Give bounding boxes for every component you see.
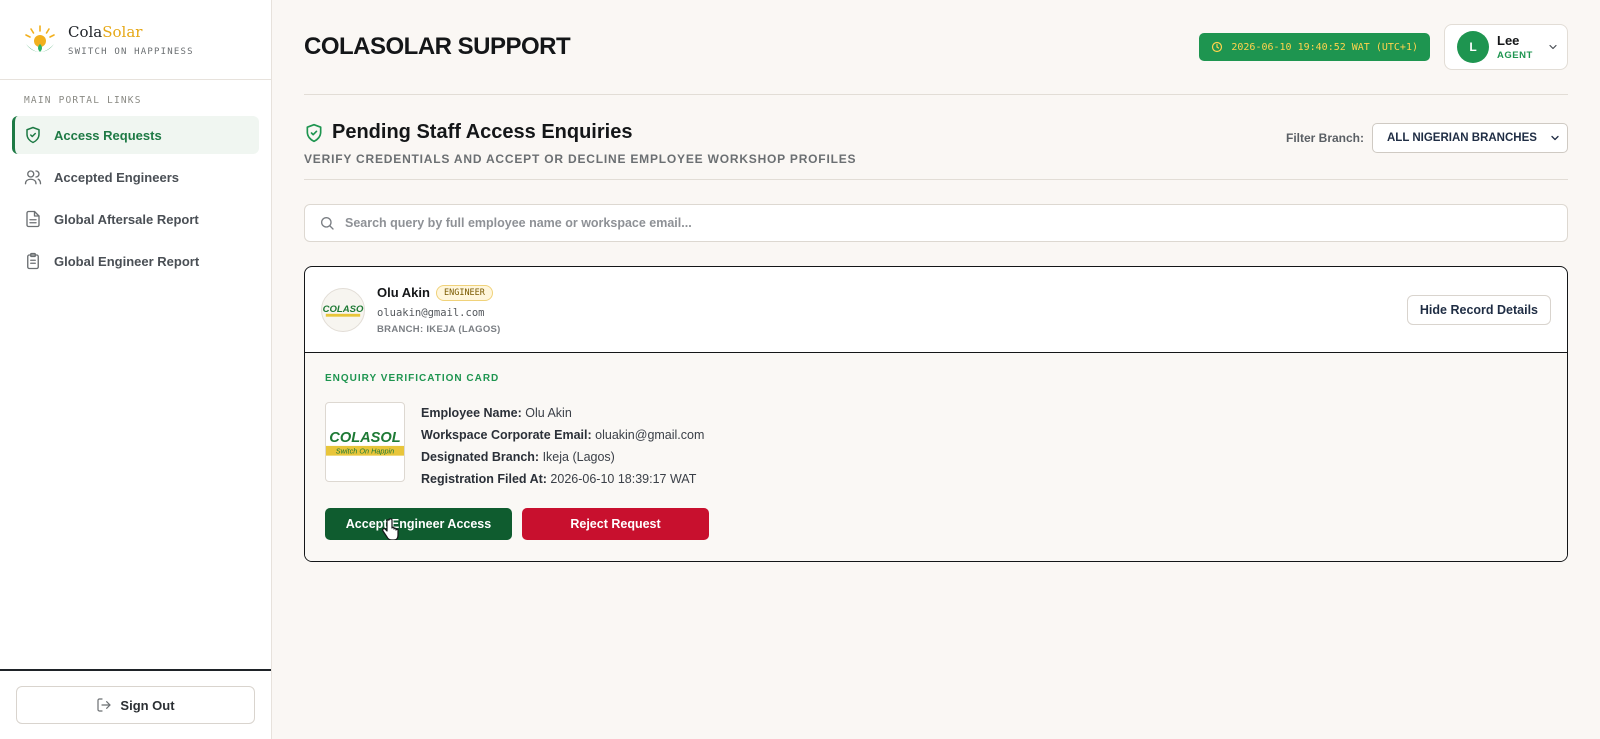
user-menu[interactable]: L Lee AGENT xyxy=(1444,24,1568,70)
verification-card: ENQUIRY VERIFICATION CARD COLASOL Switch… xyxy=(305,353,1567,561)
card-title: ENQUIRY VERIFICATION CARD xyxy=(325,373,500,384)
user-role: AGENT xyxy=(1497,50,1533,61)
employee-email: oluakin@gmail.com xyxy=(377,306,485,319)
verification-fields: Employee Name: Olu Akin Workspace Corpor… xyxy=(421,402,704,490)
avatar: L xyxy=(1457,31,1489,63)
page-title: COLASOLAR SUPPORT xyxy=(304,33,571,60)
clock-icon xyxy=(1212,41,1223,53)
filter-selected-value: ALL NIGERIAN BRANCHES xyxy=(1387,132,1537,144)
sign-out-button[interactable]: Sign Out xyxy=(16,686,255,724)
employee-photo: COLASOL Switch On Happin xyxy=(325,402,405,482)
sidebar-item-accepted-engineers[interactable]: Accepted Engineers xyxy=(12,158,259,196)
sidebar-nav: Access Requests Accepted Engineers Globa… xyxy=(0,116,271,280)
brand-name: ColaSolar xyxy=(68,22,143,41)
top-bar: COLASOLAR SUPPORT 2026-06-10 19:40:52 WA… xyxy=(304,0,1568,95)
shield-check-icon xyxy=(306,123,322,142)
field-designated-branch: Designated Branch: Ikeja (Lagos) xyxy=(421,450,615,464)
accept-engineer-access-button[interactable]: Accept Engineer Access xyxy=(325,508,512,540)
search-bar xyxy=(304,204,1568,242)
clock-badge: 2026-06-10 19:40:52 WAT (UTC+1) xyxy=(1199,33,1430,61)
svg-text:COLASO: COLASO xyxy=(323,303,364,314)
sign-out-label: Sign Out xyxy=(120,697,175,713)
colasolar-logo-icon xyxy=(25,24,55,52)
sidebar-item-label: Accepted Engineers xyxy=(54,169,179,185)
svg-text:Switch On Happin: Switch On Happin xyxy=(336,447,394,456)
employee-avatar: COLASO xyxy=(321,287,365,332)
reject-request-button[interactable]: Reject Request xyxy=(522,508,709,540)
brand-tagline: SWITCH ON HAPPINESS xyxy=(68,46,194,57)
sidebar: ColaSolar SWITCH ON HAPPINESS MAIN PORTA… xyxy=(0,0,272,739)
sidebar-item-global-aftersale-report[interactable]: Global Aftersale Report xyxy=(12,200,259,238)
sidebar-item-label: Global Engineer Report xyxy=(54,253,200,269)
section-subtitle: VERIFY CREDENTIALS AND ACCEPT OR DECLINE… xyxy=(304,152,857,166)
shield-check-icon xyxy=(24,126,42,144)
accept-label: Accept Engineer Access xyxy=(345,517,492,531)
brand: ColaSolar SWITCH ON HAPPINESS xyxy=(0,0,271,80)
field-workspace-email: Workspace Corporate Email: oluakin@gmail… xyxy=(421,428,705,442)
users-icon xyxy=(24,168,42,186)
chevron-down-icon xyxy=(1549,44,1557,50)
hide-record-details-button[interactable]: Hide Record Details xyxy=(1406,294,1551,325)
filter-label: Filter Branch: xyxy=(1285,131,1364,145)
section-header: Pending Staff Access Enquiries VERIFY CR… xyxy=(304,95,1568,180)
search-icon xyxy=(321,217,334,230)
svg-text:COLASOL: COLASOL xyxy=(329,430,400,446)
sidebar-item-access-requests[interactable]: Access Requests xyxy=(12,116,259,154)
role-badge: ENGINEER xyxy=(435,284,493,301)
branch-filter: Filter Branch: ALL NIGERIAN BRANCHES xyxy=(1286,123,1568,153)
sidebar-footer: Sign Out xyxy=(0,669,271,739)
branch-filter-select[interactable]: ALL NIGERIAN BRANCHES xyxy=(1372,123,1568,153)
clock-text: 2026-06-10 19:40:52 WAT (UTC+1) xyxy=(1231,41,1418,53)
section-title: Pending Staff Access Enquiries xyxy=(332,121,633,143)
nav-section-label: MAIN PORTAL LINKS xyxy=(24,95,142,106)
sign-out-icon xyxy=(97,698,112,712)
employee-name: Olu Akin xyxy=(377,285,430,300)
search-input[interactable] xyxy=(345,216,1445,230)
staff-record-card: COLASO Olu Akin ENGINEER oluakin@gmail.c… xyxy=(304,266,1568,562)
user-name: Lee xyxy=(1497,33,1520,48)
document-icon xyxy=(24,210,42,228)
sidebar-item-label: Access Requests xyxy=(54,127,162,143)
mouse-pointer-icon xyxy=(382,518,399,540)
chevron-down-icon xyxy=(1551,135,1559,141)
main-content: COLASOLAR SUPPORT 2026-06-10 19:40:52 WA… xyxy=(304,0,1568,562)
sidebar-item-global-engineer-report[interactable]: Global Engineer Report xyxy=(12,242,259,280)
clipboard-icon xyxy=(24,252,42,270)
record-header: COLASO Olu Akin ENGINEER oluakin@gmail.c… xyxy=(305,267,1567,353)
colasolar-wordmark-icon: COLASO xyxy=(323,303,364,317)
employee-branch: BRANCH: IKEJA (LAGOS) xyxy=(377,323,501,335)
sidebar-item-label: Global Aftersale Report xyxy=(54,211,199,227)
colasolar-wordmark-icon: COLASOL Switch On Happin xyxy=(326,430,404,456)
field-registration-filed: Registration Filed At: 2026-06-10 18:39:… xyxy=(421,472,697,486)
field-employee-name: Employee Name: Olu Akin xyxy=(421,406,572,420)
record-actions: Accept Engineer Access Reject Request xyxy=(325,508,1547,540)
